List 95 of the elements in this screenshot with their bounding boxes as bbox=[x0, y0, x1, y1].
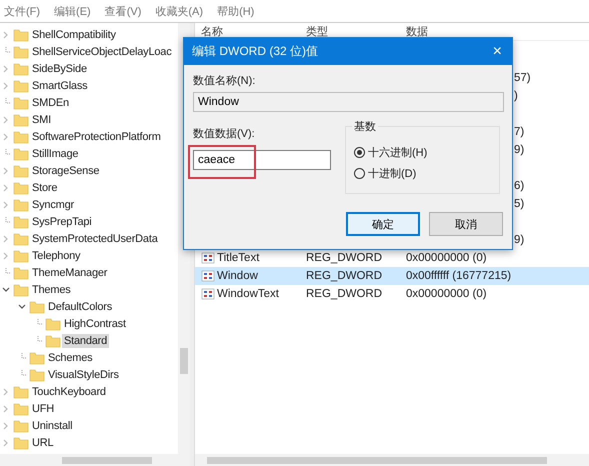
folder-icon bbox=[29, 368, 45, 382]
tree-item[interactable]: ShellCompatibility bbox=[30, 28, 118, 42]
table-cell: 57) bbox=[514, 72, 531, 84]
folder-icon bbox=[45, 316, 61, 330]
tree-item[interactable]: SoftwareProtectionPlatform bbox=[30, 130, 163, 144]
collapse-icon[interactable] bbox=[1, 284, 11, 294]
value-name-field[interactable]: Window bbox=[193, 92, 504, 112]
binary-value-icon bbox=[201, 252, 215, 264]
folder-icon bbox=[29, 300, 45, 314]
scrollbar-thumb[interactable] bbox=[180, 348, 188, 374]
folder-icon bbox=[13, 282, 29, 296]
folder-icon bbox=[13, 78, 29, 92]
tree-item[interactable]: Telephony bbox=[30, 248, 82, 262]
scrollbar-thumb[interactable] bbox=[62, 457, 152, 464]
horizontal-scrollbar[interactable] bbox=[0, 454, 190, 466]
table-cell-text: 0x00ffffff (16777215) bbox=[406, 270, 512, 282]
tree-item[interactable]: VisualStyleDirs bbox=[46, 368, 121, 382]
binary-value-icon bbox=[201, 288, 215, 300]
tree-item[interactable]: Uninstall bbox=[30, 418, 74, 432]
folder-icon bbox=[13, 164, 29, 178]
table-cell-text: REG_DWORD bbox=[306, 252, 384, 264]
tree-item[interactable]: Standard bbox=[62, 334, 110, 348]
tree-item[interactable]: DefaultColors bbox=[46, 300, 114, 314]
field-label: 数值数据(V): bbox=[193, 127, 256, 141]
column-header[interactable]: 类型 bbox=[306, 24, 406, 39]
scrollbar-thumb[interactable] bbox=[207, 457, 547, 464]
tree-item[interactable]: SMDEn bbox=[30, 96, 71, 110]
menu-item[interactable]: 文件(F) bbox=[2, 4, 42, 18]
folder-icon bbox=[13, 248, 29, 262]
tree-item[interactable]: Schemes bbox=[46, 350, 94, 364]
table-cell: 5) bbox=[514, 198, 524, 210]
value-name: WindowText bbox=[217, 288, 279, 300]
table-cell-text: REG_DWORD bbox=[306, 288, 384, 300]
folder-icon bbox=[13, 214, 29, 228]
value-name: TitleText bbox=[217, 252, 260, 264]
close-button[interactable]: × bbox=[488, 42, 506, 60]
menu-item[interactable]: 收藏夹(A) bbox=[153, 4, 206, 18]
tree-item[interactable]: UFH bbox=[30, 402, 56, 416]
field-label: 数值名称(N): bbox=[193, 74, 256, 88]
tree-item[interactable]: StorageSense bbox=[30, 164, 102, 178]
dialog-button[interactable]: 确定 bbox=[346, 212, 420, 236]
folder-icon bbox=[13, 96, 29, 110]
tree-item[interactable]: StillImage bbox=[30, 146, 80, 160]
folder-icon bbox=[13, 384, 29, 398]
table-cell-text: REG_DWORD bbox=[306, 270, 384, 282]
tree-item[interactable]: ShellServiceObjectDelayLoac bbox=[30, 44, 174, 58]
radio-option[interactable]: 十进制(D) bbox=[354, 166, 491, 181]
folder-icon bbox=[13, 146, 29, 160]
value-name: Window bbox=[217, 270, 258, 282]
tree-item[interactable]: Store bbox=[30, 180, 60, 194]
folder-icon bbox=[13, 198, 29, 212]
tree-item[interactable]: SysPrepTapi bbox=[30, 214, 94, 228]
table-cell-text: 0x00000000 (0) bbox=[406, 252, 488, 264]
group-title: 基数 bbox=[352, 119, 378, 134]
tree-item[interactable]: SideBySide bbox=[30, 62, 89, 76]
folder-icon bbox=[13, 266, 29, 280]
table-cell: 9) bbox=[514, 234, 524, 246]
folder-icon bbox=[13, 402, 29, 416]
menu-item[interactable]: 编辑(E) bbox=[52, 4, 93, 18]
folder-icon bbox=[13, 130, 29, 144]
tree-item[interactable]: SmartGlass bbox=[30, 78, 90, 92]
tree-item[interactable]: URL bbox=[30, 436, 56, 450]
table-cell: 6) bbox=[514, 180, 524, 192]
binary-value-icon bbox=[201, 270, 215, 282]
folder-icon bbox=[13, 418, 29, 432]
tree-item[interactable]: ThemeManager bbox=[30, 266, 110, 280]
folder-icon bbox=[45, 334, 61, 348]
menu-item[interactable]: 查看(V) bbox=[102, 4, 144, 18]
folder-icon bbox=[13, 62, 29, 76]
table-cell: 9) bbox=[514, 144, 524, 156]
radio-option[interactable]: 十六进制(H) bbox=[354, 145, 491, 160]
tree-item[interactable]: HighContrast bbox=[62, 316, 128, 330]
menu-item[interactable]: 帮助(H) bbox=[215, 4, 256, 18]
value-data-field[interactable]: caeace bbox=[193, 150, 331, 170]
table-cell-text: 0x00000000 (0) bbox=[406, 288, 488, 300]
tree-item[interactable]: SMI bbox=[30, 112, 53, 126]
collapse-icon[interactable] bbox=[17, 302, 27, 312]
tree-item[interactable]: Syncmgr bbox=[30, 198, 76, 212]
folder-icon bbox=[13, 44, 29, 58]
folder-icon bbox=[13, 28, 29, 42]
table-cell: 7) bbox=[514, 126, 524, 138]
folder-icon bbox=[29, 350, 45, 364]
folder-icon bbox=[13, 112, 29, 126]
folder-icon bbox=[13, 436, 29, 450]
table-cell: ) bbox=[514, 90, 518, 102]
folder-icon bbox=[13, 232, 29, 246]
dialog-button[interactable]: 取消 bbox=[429, 212, 503, 236]
dialog-title: 编辑 DWORD (32 位)值 bbox=[192, 43, 318, 60]
column-header[interactable]: 名称 bbox=[201, 24, 306, 39]
tree-item[interactable]: Themes bbox=[30, 282, 73, 296]
column-header[interactable]: 数据 bbox=[406, 24, 589, 39]
folder-icon bbox=[13, 180, 29, 194]
tree-item[interactable]: TouchKeyboard bbox=[30, 384, 108, 398]
tree-item[interactable]: SystemProtectedUserData bbox=[30, 232, 160, 246]
horizontal-scrollbar[interactable] bbox=[195, 454, 589, 466]
